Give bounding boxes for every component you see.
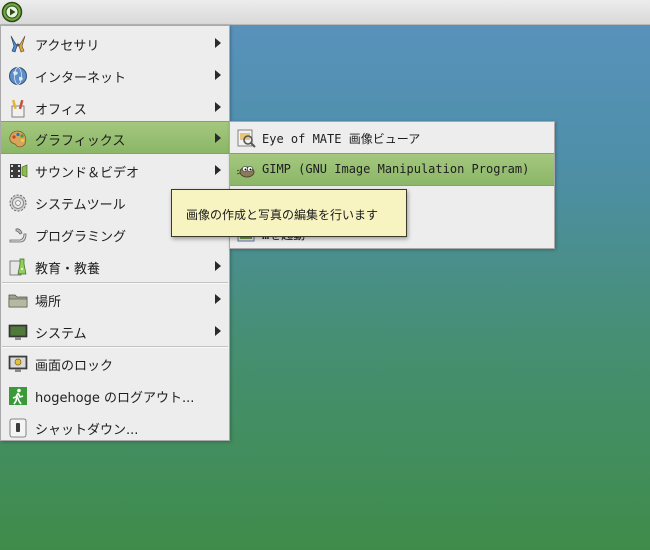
monitor-icon xyxy=(8,324,28,340)
submenu-arrow-icon xyxy=(215,165,221,175)
menu-item-education[interactable]: 教育・教養 xyxy=(1,250,229,282)
menu-item-lock-screen[interactable]: 画面のロック xyxy=(1,347,229,379)
gimp-tooltip: 画像の作成と写真の編集を行います xyxy=(171,189,407,237)
internet-globe-icon xyxy=(9,67,27,85)
submenu-arrow-icon xyxy=(215,294,221,304)
main-menu-button[interactable] xyxy=(1,1,23,23)
menu-item-label: プログラミング xyxy=(35,230,127,245)
logout-icon xyxy=(9,387,27,405)
submenu-item-label: Eye of MATE 画像ビューア xyxy=(262,132,421,146)
menu-item-label: 教育・教養 xyxy=(35,262,101,277)
menu-item-internet[interactable]: インターネット xyxy=(1,59,229,91)
menu-item-graphics[interactable]: グラフィックス xyxy=(1,121,229,154)
image-viewer-icon xyxy=(237,129,256,148)
menu-item-label: システムツール xyxy=(35,198,126,213)
menu-item-label: 画面のロック xyxy=(35,359,114,374)
submenu-arrow-icon xyxy=(215,133,221,143)
menu-item-label: グラフィックス xyxy=(35,134,126,149)
submenu-arrow-icon xyxy=(215,38,221,48)
submenu-item-eye-of-mate[interactable]: Eye of MATE 画像ビューア xyxy=(230,122,554,154)
menu-item-label: オフィス xyxy=(35,103,87,118)
submenu-item-label: GIMP (GNU Image Manipulation Program) xyxy=(262,162,530,176)
menu-item-label: アクセサリ xyxy=(35,39,100,54)
menu-item-sound-video[interactable]: サウンド＆ビデオ xyxy=(1,154,229,186)
tooltip-text: 画像の作成と写真の編集を行います xyxy=(186,208,379,222)
mate-menu-icon xyxy=(1,1,23,23)
submenu-arrow-icon xyxy=(215,326,221,336)
menu-item-accessories[interactable]: アクセサリ xyxy=(1,27,229,59)
menu-item-places[interactable]: 場所 xyxy=(1,283,229,315)
folder-icon xyxy=(8,294,28,308)
menu-item-label: システム xyxy=(35,327,87,342)
graphics-palette-icon xyxy=(9,130,27,148)
office-icon xyxy=(11,99,25,118)
accessories-icon xyxy=(10,35,26,53)
menu-item-label: 場所 xyxy=(35,295,62,310)
submenu-arrow-icon xyxy=(215,70,221,80)
menu-item-label: サウンド＆ビデオ xyxy=(35,166,140,181)
programming-icon xyxy=(9,228,27,243)
submenu-item-gimp[interactable]: GIMP (GNU Image Manipulation Program) xyxy=(230,153,554,186)
submenu-arrow-icon xyxy=(215,102,221,112)
submenu-arrow-icon xyxy=(215,261,221,271)
menu-item-logout[interactable]: hogehoge のログアウト... xyxy=(1,379,229,411)
shutdown-icon xyxy=(9,418,27,438)
sound-video-icon xyxy=(10,164,28,178)
menu-item-system[interactable]: システム xyxy=(1,315,229,347)
top-panel xyxy=(0,0,650,25)
menu-item-label: インターネット xyxy=(35,71,127,86)
menu-item-shutdown[interactable]: シャットダウン... xyxy=(1,411,229,443)
menu-item-office[interactable]: オフィス xyxy=(1,91,229,123)
education-icon xyxy=(9,258,27,276)
gimp-icon xyxy=(236,166,255,178)
menu-item-label: hogehoge のログアウト... xyxy=(35,391,195,406)
menu-item-label: シャットダウン... xyxy=(35,423,139,438)
lock-screen-icon xyxy=(8,355,28,372)
system-tools-gear-icon xyxy=(9,194,27,212)
